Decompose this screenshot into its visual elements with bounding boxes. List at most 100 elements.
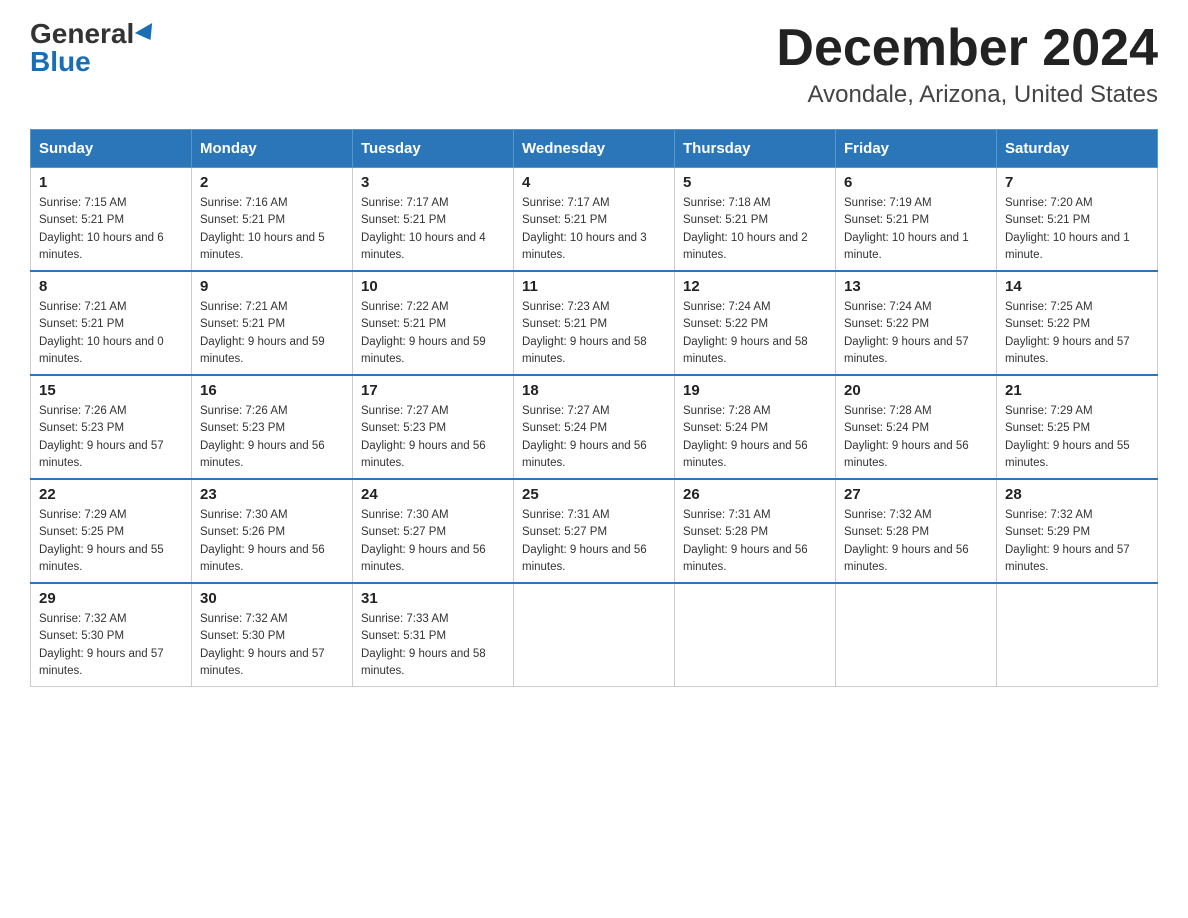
calendar-cell: 26 Sunrise: 7:31 AMSunset: 5:28 PMDayligh… <box>675 479 836 583</box>
calendar-cell: 11Sunrise: 7:23 AMSunset: 5:21 PMDayligh… <box>514 271 675 375</box>
header-saturday: Saturday <box>997 130 1158 168</box>
header-friday: Friday <box>836 130 997 168</box>
calendar-cell: 18 Sunrise: 7:27 AMSunset: 5:24 PMDayligh… <box>514 375 675 479</box>
day-number: 22 <box>39 486 183 503</box>
title-block: December 2024 Avondale, Arizona, United … <box>776 20 1158 109</box>
calendar-cell <box>997 583 1158 687</box>
calendar-cell <box>836 583 997 687</box>
page-title: December 2024 <box>776 20 1158 77</box>
day-info: Sunrise: 7:22 AMSunset: 5:21 PMDaylight:… <box>361 299 505 368</box>
calendar-cell: 25Sunrise: 7:31 AMSunset: 5:27 PMDayligh… <box>514 479 675 583</box>
calendar-cell <box>514 583 675 687</box>
calendar-cell: 28 Sunrise: 7:32 AMSunset: 5:29 PMDayligh… <box>997 479 1158 583</box>
calendar-week-row: 15 Sunrise: 7:26 AMSunset: 5:23 PMDayligh… <box>31 375 1158 479</box>
day-info: Sunrise: 7:27 AMSunset: 5:24 PMDaylight:… <box>522 403 666 472</box>
day-number: 29 <box>39 590 183 607</box>
day-info: Sunrise: 7:30 AMSunset: 5:26 PMDaylight:… <box>200 507 344 576</box>
day-number: 3 <box>361 174 505 191</box>
calendar-cell: 10 Sunrise: 7:22 AMSunset: 5:21 PMDayligh… <box>353 271 514 375</box>
header-tuesday: Tuesday <box>353 130 514 168</box>
day-number: 6 <box>844 174 988 191</box>
calendar-cell: 19Sunrise: 7:28 AMSunset: 5:24 PMDayligh… <box>675 375 836 479</box>
calendar-cell: 5 Sunrise: 7:18 AMSunset: 5:21 PMDaylight… <box>675 168 836 272</box>
day-info: Sunrise: 7:21 AMSunset: 5:21 PMDaylight:… <box>39 299 183 368</box>
day-info: Sunrise: 7:20 AMSunset: 5:21 PMDaylight:… <box>1005 195 1149 264</box>
calendar-cell: 21 Sunrise: 7:29 AMSunset: 5:25 PMDayligh… <box>997 375 1158 479</box>
day-number: 24 <box>361 486 505 503</box>
calendar-cell: 17Sunrise: 7:27 AMSunset: 5:23 PMDayligh… <box>353 375 514 479</box>
page-subtitle: Avondale, Arizona, United States <box>776 81 1158 109</box>
day-info: Sunrise: 7:32 AMSunset: 5:29 PMDaylight:… <box>1005 507 1149 576</box>
day-number: 15 <box>39 382 183 399</box>
header-monday: Monday <box>192 130 353 168</box>
header-wednesday: Wednesday <box>514 130 675 168</box>
day-number: 4 <box>522 174 666 191</box>
day-info: Sunrise: 7:31 AMSunset: 5:27 PMDaylight:… <box>522 507 666 576</box>
calendar-week-row: 29 Sunrise: 7:32 AMSunset: 5:30 PMDayligh… <box>31 583 1158 687</box>
header-thursday: Thursday <box>675 130 836 168</box>
calendar-cell: 23 Sunrise: 7:30 AMSunset: 5:26 PMDayligh… <box>192 479 353 583</box>
day-info: Sunrise: 7:31 AMSunset: 5:28 PMDaylight:… <box>683 507 827 576</box>
logo-triangle-icon <box>135 23 159 45</box>
logo-blue: Blue <box>30 48 91 76</box>
logo: General Blue <box>30 20 157 76</box>
day-number: 26 <box>683 486 827 503</box>
day-info: Sunrise: 7:33 AMSunset: 5:31 PMDaylight:… <box>361 611 505 680</box>
day-number: 5 <box>683 174 827 191</box>
calendar-cell: 9 Sunrise: 7:21 AMSunset: 5:21 PMDaylight… <box>192 271 353 375</box>
day-info: Sunrise: 7:29 AMSunset: 5:25 PMDaylight:… <box>1005 403 1149 472</box>
day-info: Sunrise: 7:32 AMSunset: 5:30 PMDaylight:… <box>39 611 183 680</box>
day-info: Sunrise: 7:15 AMSunset: 5:21 PMDaylight:… <box>39 195 183 264</box>
day-number: 18 <box>522 382 666 399</box>
day-info: Sunrise: 7:17 AMSunset: 5:21 PMDaylight:… <box>361 195 505 264</box>
day-info: Sunrise: 7:28 AMSunset: 5:24 PMDaylight:… <box>844 403 988 472</box>
day-info: Sunrise: 7:19 AMSunset: 5:21 PMDaylight:… <box>844 195 988 264</box>
day-info: Sunrise: 7:16 AMSunset: 5:21 PMDaylight:… <box>200 195 344 264</box>
day-info: Sunrise: 7:27 AMSunset: 5:23 PMDaylight:… <box>361 403 505 472</box>
calendar-header-row: SundayMondayTuesdayWednesdayThursdayFrid… <box>31 130 1158 168</box>
day-info: Sunrise: 7:29 AMSunset: 5:25 PMDaylight:… <box>39 507 183 576</box>
day-info: Sunrise: 7:25 AMSunset: 5:22 PMDaylight:… <box>1005 299 1149 368</box>
calendar-cell: 14 Sunrise: 7:25 AMSunset: 5:22 PMDayligh… <box>997 271 1158 375</box>
calendar-cell <box>675 583 836 687</box>
day-number: 19 <box>683 382 827 399</box>
calendar-week-row: 8Sunrise: 7:21 AMSunset: 5:21 PMDaylight… <box>31 271 1158 375</box>
day-number: 11 <box>522 278 666 295</box>
day-info: Sunrise: 7:32 AMSunset: 5:30 PMDaylight:… <box>200 611 344 680</box>
day-number: 31 <box>361 590 505 607</box>
day-number: 13 <box>844 278 988 295</box>
calendar-cell: 24Sunrise: 7:30 AMSunset: 5:27 PMDayligh… <box>353 479 514 583</box>
page-header: General Blue December 2024 Avondale, Ari… <box>30 20 1158 109</box>
day-info: Sunrise: 7:24 AMSunset: 5:22 PMDaylight:… <box>683 299 827 368</box>
calendar-cell: 8Sunrise: 7:21 AMSunset: 5:21 PMDaylight… <box>31 271 192 375</box>
logo-general: General <box>30 20 134 48</box>
day-number: 2 <box>200 174 344 191</box>
calendar-week-row: 1 Sunrise: 7:15 AMSunset: 5:21 PMDaylight… <box>31 168 1158 272</box>
day-number: 1 <box>39 174 183 191</box>
calendar-cell: 29 Sunrise: 7:32 AMSunset: 5:30 PMDayligh… <box>31 583 192 687</box>
day-info: Sunrise: 7:18 AMSunset: 5:21 PMDaylight:… <box>683 195 827 264</box>
day-number: 12 <box>683 278 827 295</box>
calendar-cell: 7Sunrise: 7:20 AMSunset: 5:21 PMDaylight… <box>997 168 1158 272</box>
calendar-week-row: 22 Sunrise: 7:29 AMSunset: 5:25 PMDayligh… <box>31 479 1158 583</box>
calendar-cell: 4 Sunrise: 7:17 AMSunset: 5:21 PMDaylight… <box>514 168 675 272</box>
day-number: 20 <box>844 382 988 399</box>
calendar-cell: 6 Sunrise: 7:19 AMSunset: 5:21 PMDaylight… <box>836 168 997 272</box>
calendar-table: SundayMondayTuesdayWednesdayThursdayFrid… <box>30 129 1158 687</box>
day-number: 28 <box>1005 486 1149 503</box>
day-number: 10 <box>361 278 505 295</box>
day-info: Sunrise: 7:17 AMSunset: 5:21 PMDaylight:… <box>522 195 666 264</box>
day-number: 9 <box>200 278 344 295</box>
day-number: 30 <box>200 590 344 607</box>
day-number: 21 <box>1005 382 1149 399</box>
day-number: 14 <box>1005 278 1149 295</box>
day-number: 27 <box>844 486 988 503</box>
calendar-cell: 2 Sunrise: 7:16 AMSunset: 5:21 PMDaylight… <box>192 168 353 272</box>
day-number: 23 <box>200 486 344 503</box>
calendar-cell: 31 Sunrise: 7:33 AMSunset: 5:31 PMDayligh… <box>353 583 514 687</box>
day-info: Sunrise: 7:21 AMSunset: 5:21 PMDaylight:… <box>200 299 344 368</box>
day-info: Sunrise: 7:32 AMSunset: 5:28 PMDaylight:… <box>844 507 988 576</box>
calendar-cell: 3 Sunrise: 7:17 AMSunset: 5:21 PMDaylight… <box>353 168 514 272</box>
calendar-cell: 30 Sunrise: 7:32 AMSunset: 5:30 PMDayligh… <box>192 583 353 687</box>
day-info: Sunrise: 7:26 AMSunset: 5:23 PMDaylight:… <box>200 403 344 472</box>
